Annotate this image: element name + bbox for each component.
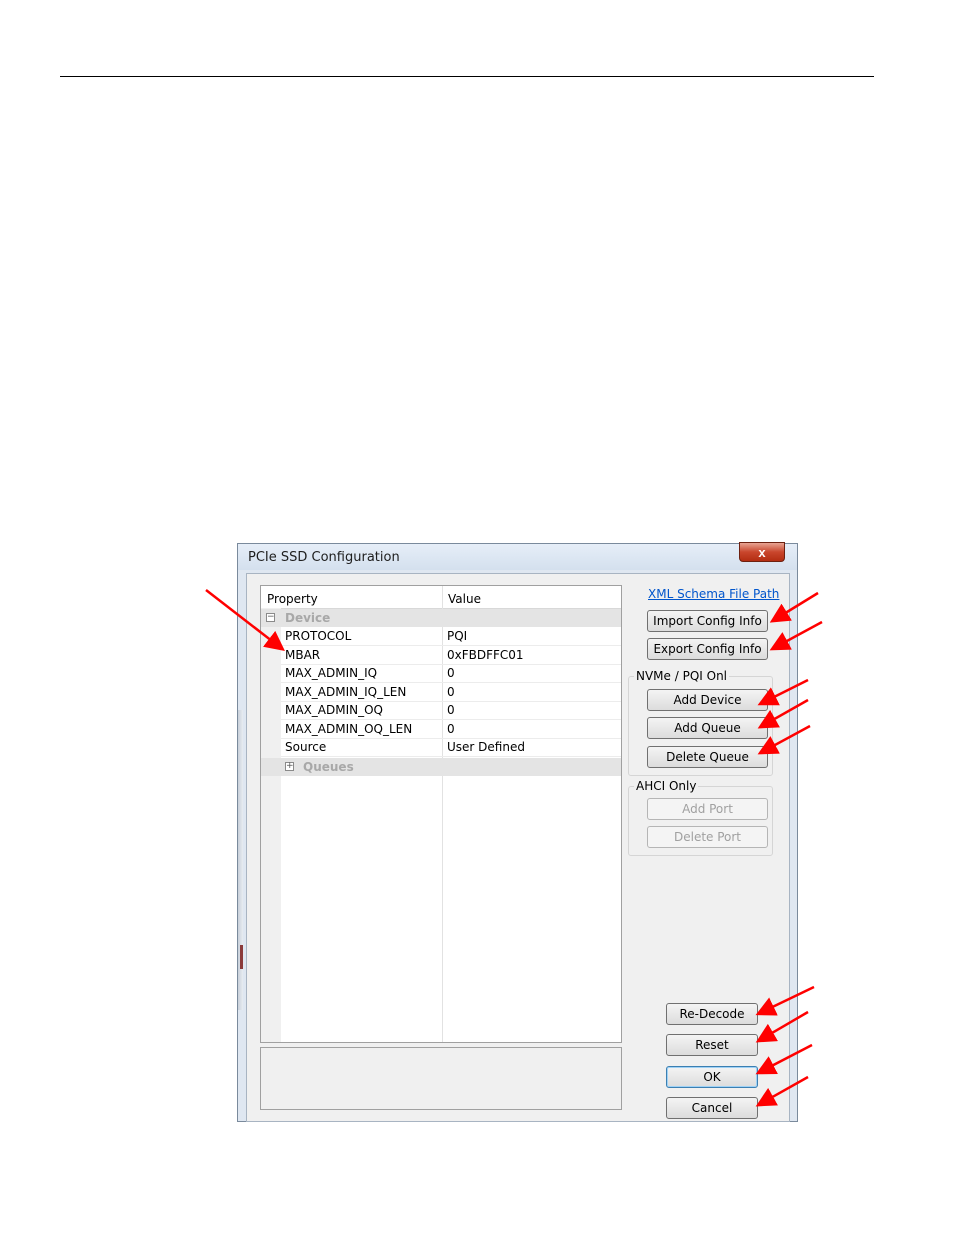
expand-icon[interactable]: +: [285, 762, 294, 771]
property-value[interactable]: 0: [447, 722, 455, 736]
property-name: MBAR: [285, 648, 321, 662]
property-row-max-admin-iq-len[interactable]: MAX_ADMIN_IQ_LEN 0: [281, 683, 621, 702]
property-row-source[interactable]: Source User Defined: [281, 738, 621, 757]
ahci-group-label: AHCI Only: [634, 779, 699, 793]
close-icon: x: [758, 545, 766, 560]
xml-schema-file-path-link[interactable]: XML Schema File Path: [648, 587, 779, 601]
cancel-button[interactable]: Cancel: [666, 1097, 758, 1119]
close-button[interactable]: x: [739, 542, 785, 562]
re-decode-button[interactable]: Re-Decode: [666, 1003, 758, 1025]
import-config-info-button[interactable]: Import Config Info: [647, 610, 768, 632]
property-value[interactable]: User Defined: [447, 740, 525, 754]
category-device-label: Device: [285, 611, 331, 625]
export-config-info-button[interactable]: Export Config Info: [647, 638, 768, 660]
nvme-pqi-group-label: NVMe / PQI Onl: [634, 669, 730, 683]
delete-queue-button[interactable]: Delete Queue: [647, 746, 768, 768]
property-description-box: [260, 1047, 622, 1110]
property-row-mbar[interactable]: MBAR 0xFBDFFC01: [281, 646, 621, 665]
collapse-icon[interactable]: −: [266, 613, 275, 622]
property-grid[interactable]: Property Value − Device PROTOCOL PQI MBA…: [260, 585, 622, 1043]
property-name: MAX_ADMIN_OQ_LEN: [285, 722, 413, 736]
add-queue-button[interactable]: Add Queue: [647, 717, 768, 739]
property-name: MAX_ADMIN_OQ: [285, 703, 383, 717]
add-port-button[interactable]: Add Port: [647, 798, 768, 820]
value-column-header[interactable]: Value: [448, 592, 481, 606]
category-device[interactable]: − Device: [261, 609, 621, 627]
property-name: Source: [285, 740, 327, 754]
grid-left-margin: [261, 608, 281, 1042]
property-value[interactable]: 0xFBDFFC01: [447, 648, 524, 662]
window-title: PCIe SSD Configuration: [248, 550, 400, 565]
category-queues[interactable]: + Queues: [261, 758, 621, 776]
delete-port-button[interactable]: Delete Port: [647, 826, 768, 848]
property-name: MAX_ADMIN_IQ_LEN: [285, 685, 407, 699]
property-row-max-admin-oq-len[interactable]: MAX_ADMIN_OQ_LEN 0: [281, 720, 621, 739]
ok-button[interactable]: OK: [666, 1066, 758, 1088]
property-row-protocol[interactable]: PROTOCOL PQI: [281, 627, 621, 646]
property-value[interactable]: 0: [447, 685, 455, 699]
property-value[interactable]: 0: [447, 666, 455, 680]
property-row-max-admin-oq[interactable]: MAX_ADMIN_OQ 0: [281, 701, 621, 720]
property-name: MAX_ADMIN_IQ: [285, 666, 378, 680]
reset-button[interactable]: Reset: [666, 1034, 758, 1056]
property-name: PROTOCOL: [285, 629, 352, 643]
add-device-button[interactable]: Add Device: [647, 689, 768, 711]
category-queues-label: Queues: [303, 760, 354, 774]
page-top-rule: [60, 76, 874, 77]
property-value[interactable]: 0: [447, 703, 455, 717]
background-window-mark: [240, 945, 243, 969]
property-row-max-admin-iq[interactable]: MAX_ADMIN_IQ 0: [281, 664, 621, 683]
property-column-header[interactable]: Property: [267, 592, 318, 606]
property-grid-header: Property Value: [261, 586, 621, 609]
title-bar[interactable]: PCIe SSD Configuration x: [238, 542, 797, 570]
property-value[interactable]: PQI: [447, 629, 467, 643]
